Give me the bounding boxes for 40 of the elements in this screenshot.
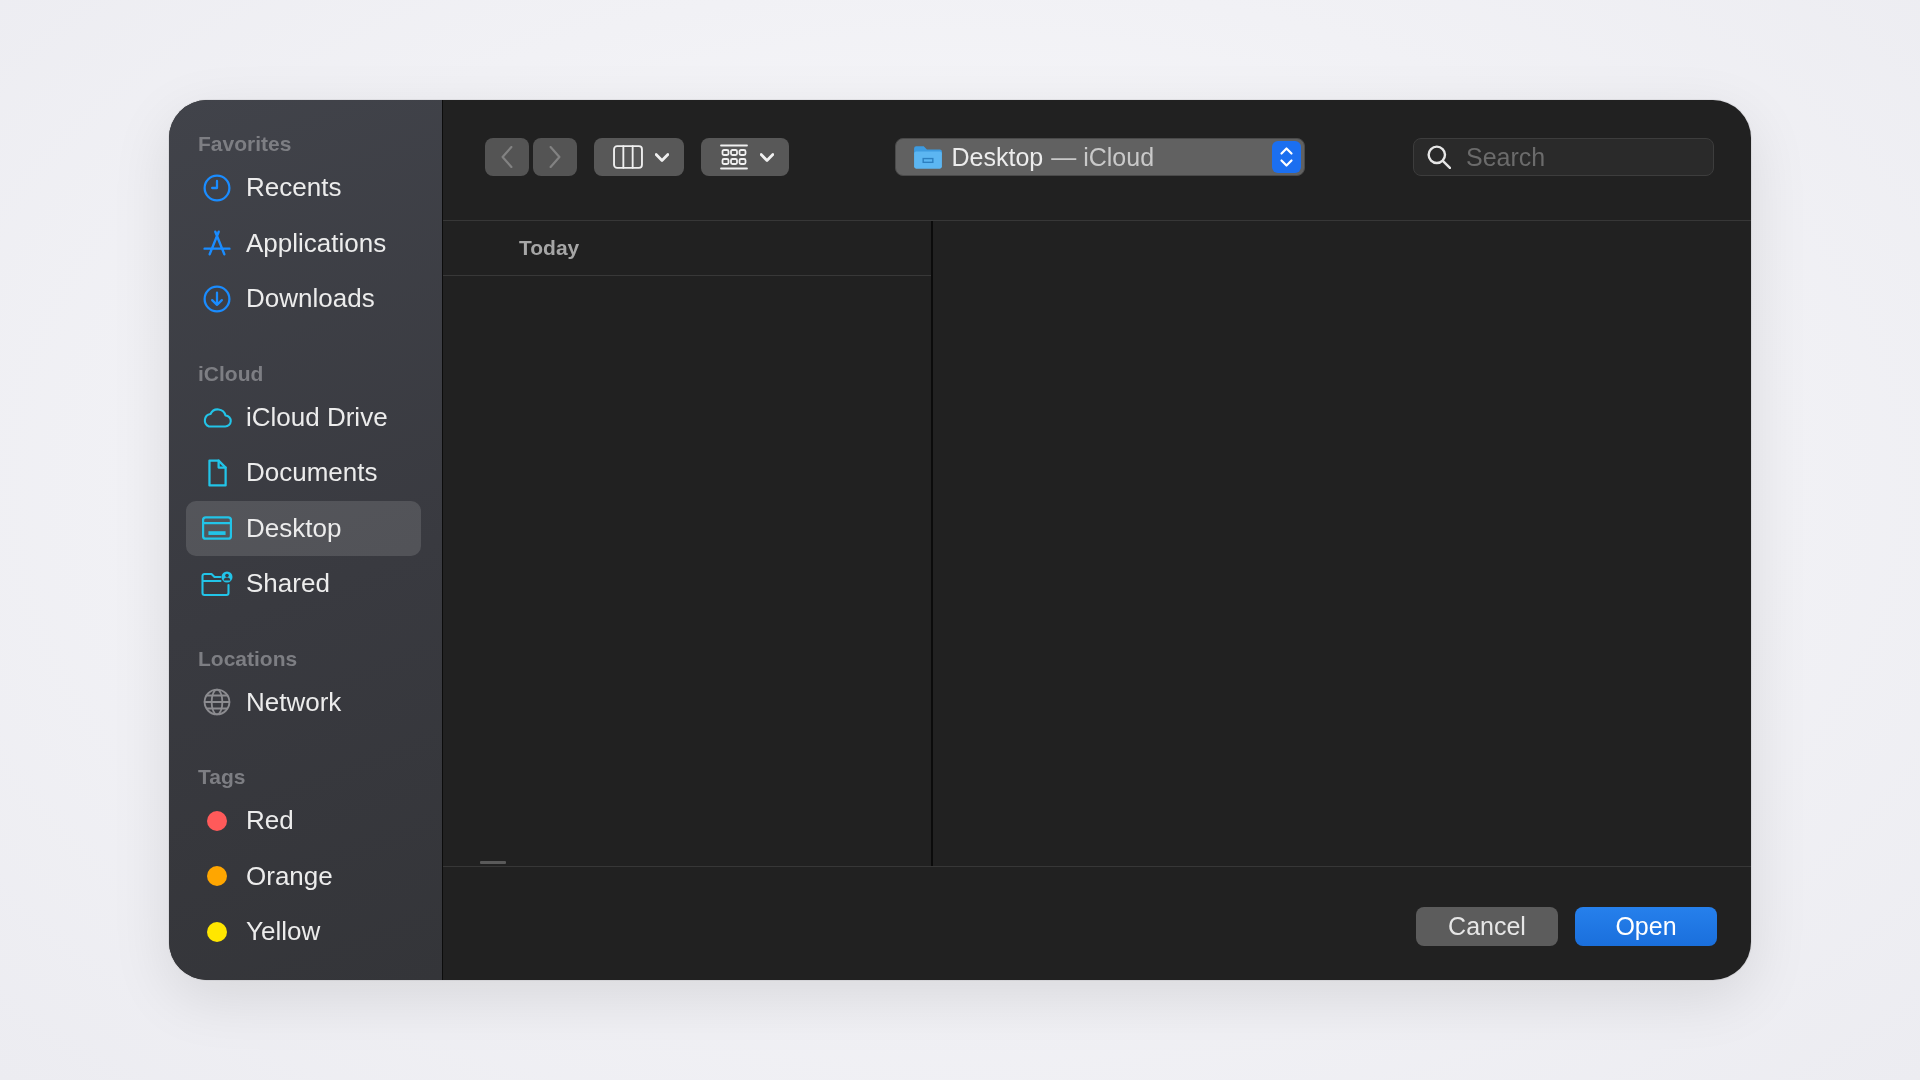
- download-icon: [203, 284, 231, 313]
- shared-folder-icon: [201, 570, 233, 597]
- sidebar-heading: Favorites: [197, 131, 293, 157]
- sidebar-heading: iCloud: [197, 360, 265, 387]
- clock-icon: [203, 173, 231, 202]
- group-header: Today: [519, 236, 580, 260]
- sidebar-item[interactable]: Shared: [186, 556, 421, 612]
- globe-icon: [203, 688, 231, 717]
- location-popup[interactable]: Desktop — iCloud: [894, 138, 1305, 176]
- document-icon: [206, 458, 228, 487]
- chevron-down-icon: [655, 152, 669, 162]
- column-resize-handle[interactable]: [480, 861, 506, 864]
- sidebar-item[interactable]: Red: [186, 793, 421, 849]
- chevron-down-icon: [760, 152, 774, 162]
- grid-view-button[interactable]: [701, 138, 789, 176]
- open-button[interactable]: Open: [1575, 907, 1717, 946]
- cloud-icon: [201, 406, 233, 429]
- grid-icon: [720, 144, 748, 170]
- sidebar-item[interactable]: Orange: [186, 848, 421, 904]
- chevron-right-icon: [549, 146, 561, 168]
- sidebar-item[interactable]: Documents: [186, 445, 421, 501]
- app-store-icon: [203, 230, 231, 257]
- sidebar-item[interactable]: Network: [186, 674, 421, 730]
- up-down-arrows-icon: [1271, 141, 1301, 173]
- sidebar-item[interactable]: Downloads: [186, 271, 421, 327]
- sidebar-item[interactable]: Yellow: [186, 904, 421, 960]
- sidebar-heading: Locations: [197, 645, 299, 672]
- columns-icon: [613, 145, 643, 169]
- cancel-button[interactable]: Cancel: [1416, 907, 1558, 946]
- columns-view-button[interactable]: [594, 138, 684, 176]
- folder-icon: [912, 144, 943, 170]
- sidebar-item[interactable]: iCloud Drive: [186, 389, 421, 445]
- sidebar-item[interactable]: Applications: [186, 215, 421, 271]
- sidebar-item[interactable]: Desktop: [186, 500, 421, 556]
- search-icon: [1427, 145, 1451, 169]
- sidebar-heading: Tags: [197, 764, 247, 790]
- chevron-left-icon: [501, 146, 513, 168]
- search-field[interactable]: Search: [1413, 138, 1714, 176]
- desktop-icon: [202, 516, 232, 541]
- sidebar-item[interactable]: Recents: [186, 160, 421, 216]
